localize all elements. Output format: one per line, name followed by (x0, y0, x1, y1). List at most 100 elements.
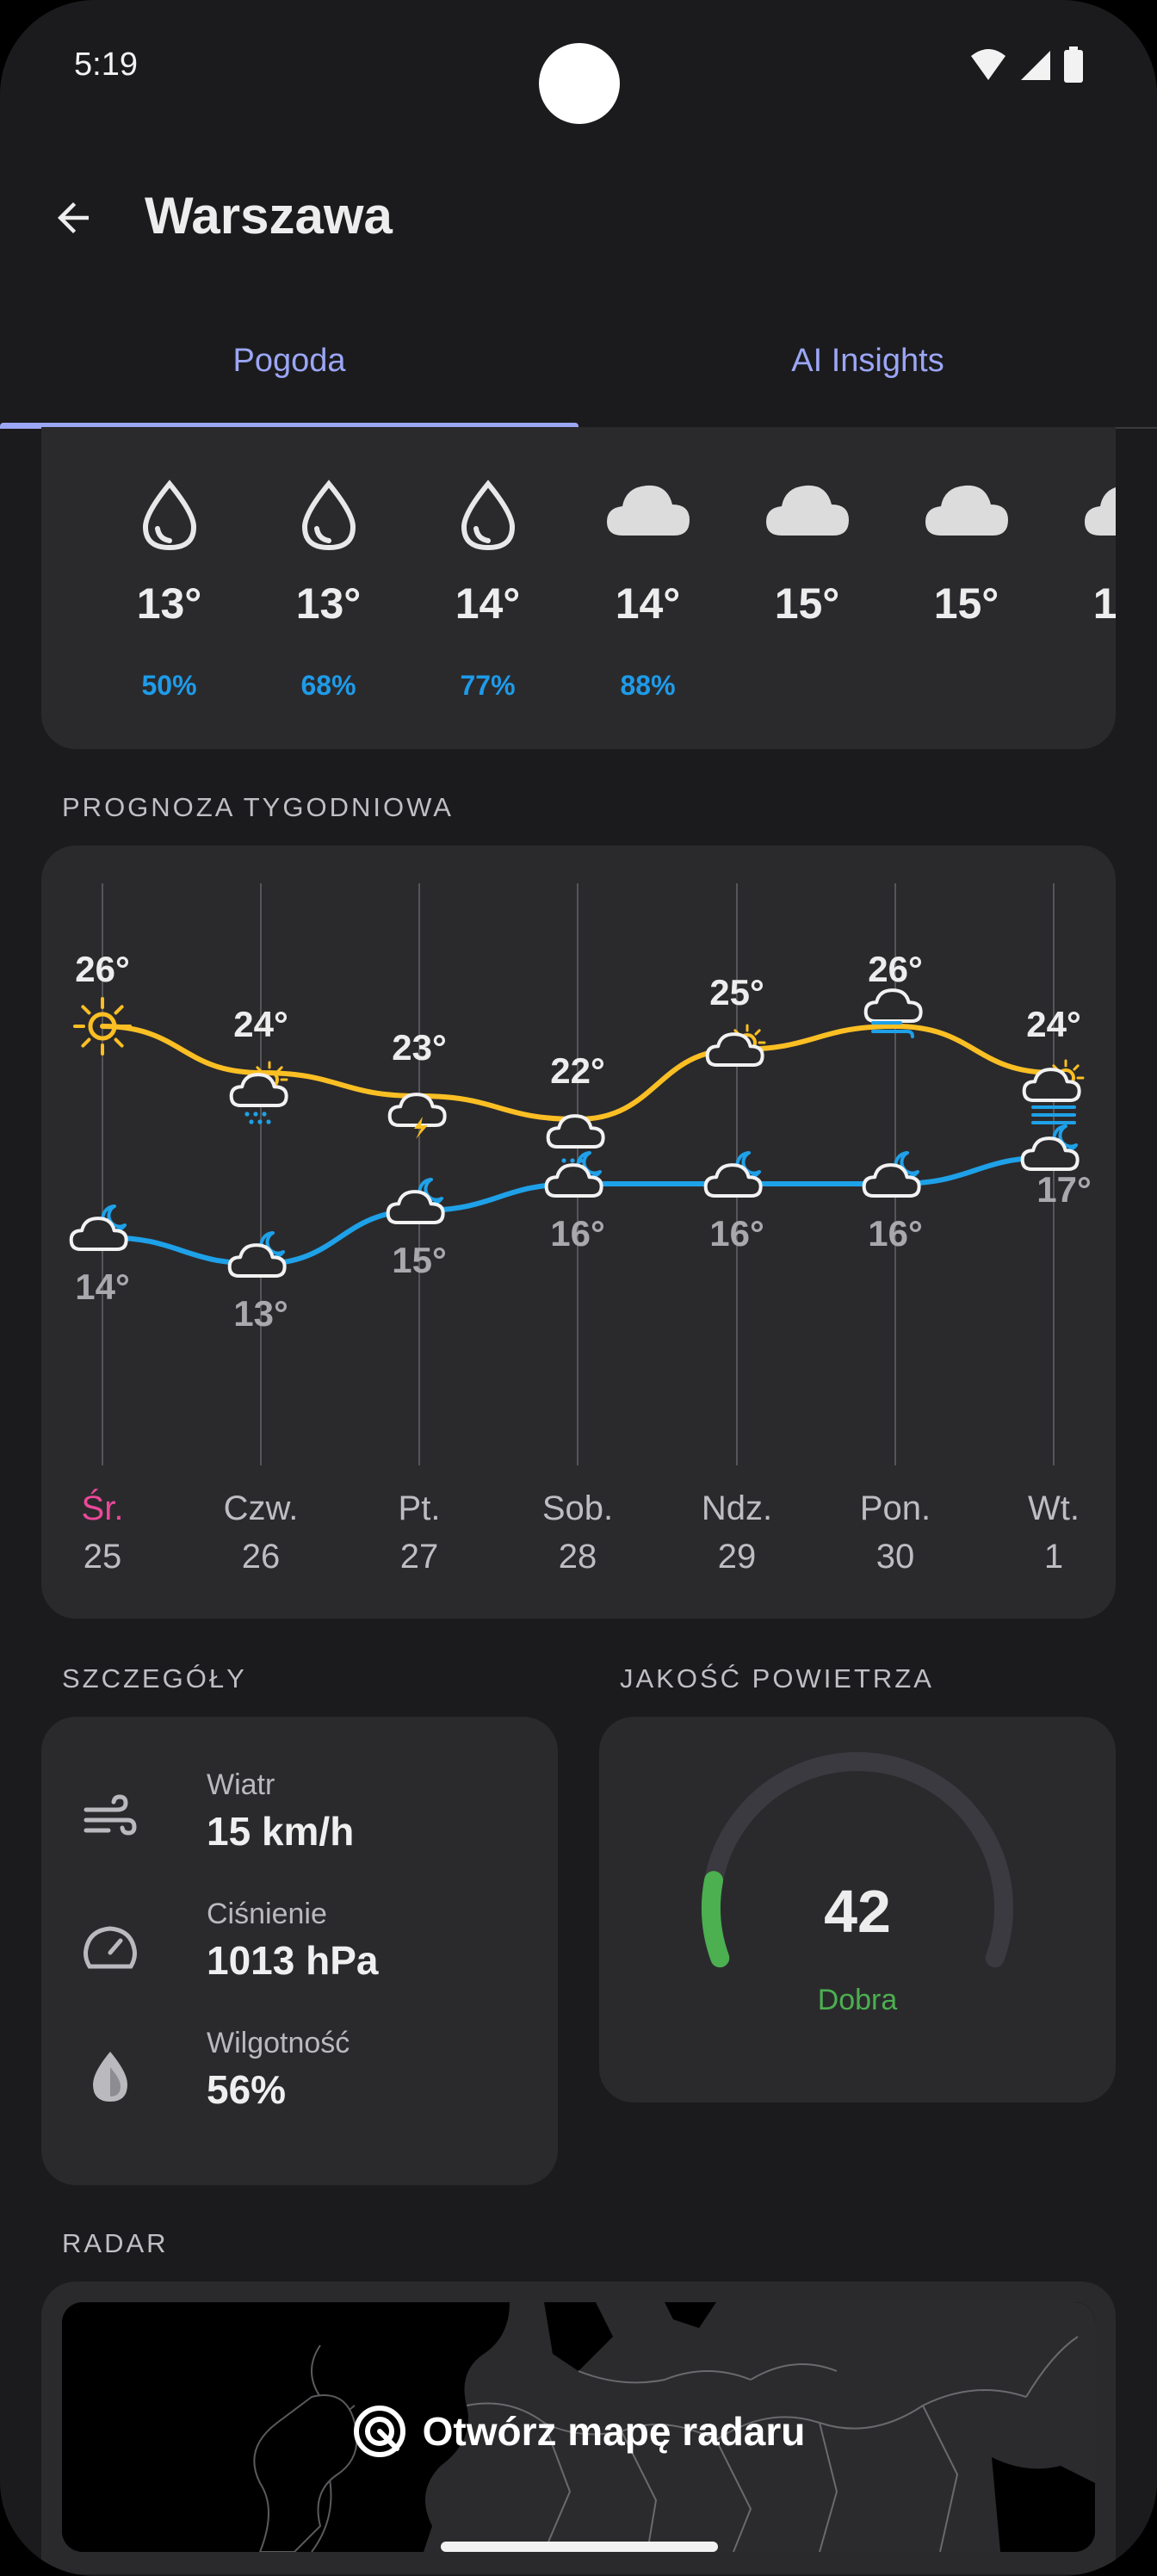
open-radar-button[interactable]: Otwórz mapę radaru (62, 2404, 1095, 2459)
cloud-icon (605, 479, 691, 543)
hourly-temp: 13° (136, 579, 202, 628)
tab-pogoda[interactable]: Pogoda (0, 343, 578, 380)
hourly-precip: 77% (460, 670, 516, 701)
weekly-forecast-label: PROGNOZA TYGODNIOWA (62, 792, 454, 822)
arrow-back-icon (58, 202, 89, 233)
weekly-forecast-card[interactable]: 26° 14° 24° 13° 23° 15° 22° 16° 25° 16° 26° 16° 24° 1… (41, 845, 1116, 1619)
day-name: Śr. (81, 1489, 124, 1527)
detail-humidity: Wilgotność 56% (79, 2022, 527, 2125)
day-number: 1 (1043, 1538, 1064, 1576)
page-title: Warszawa (145, 187, 393, 245)
hourly-item: 15° (887, 427, 1046, 749)
low-temp-label: 16° (868, 1213, 923, 1254)
signal-icon (1021, 51, 1050, 80)
sun-cloud-icon (705, 1024, 766, 1068)
details-label: SZCZEGÓŁY (62, 1663, 247, 1694)
cloud-moon-icon (862, 1151, 921, 1198)
phone-screen: 5:19 Warszawa Pogoda AI Insights 13° 50% 1… (0, 0, 1157, 2576)
air-quality-label: JAKOŚĆ POWIETRZA (620, 1663, 934, 1694)
hourly-temp: 15° (933, 579, 999, 628)
detail-label: Wilgotność (207, 2027, 350, 2059)
camera-cutout (539, 43, 665, 124)
app-bar: Warszawa (0, 164, 1157, 276)
details-card: Wiatr 15 km/h Ciśnienie 1013 hPa Wilgotn… (41, 1717, 558, 2185)
cloud-drizzle-icon (546, 1114, 605, 1171)
day-number: 25 (83, 1538, 122, 1576)
high-temp-label: 23° (392, 1027, 447, 1068)
day-number: 28 (558, 1538, 597, 1576)
cloud-icon (764, 479, 851, 543)
rain-drop-icon (139, 479, 201, 557)
low-temp-label: 13° (233, 1293, 288, 1334)
status-bar: 5:19 (0, 0, 1157, 129)
humidity-drop-icon (79, 2046, 141, 2108)
cloud-moon-icon (69, 1204, 128, 1252)
cloud-moon-icon (703, 1151, 763, 1198)
radar-icon (353, 2406, 405, 2457)
rain-drop-icon (457, 479, 519, 557)
high-temp-label: 26° (868, 949, 923, 989)
hourly-precip: 68% (300, 670, 356, 701)
hourly-temp: 16° (1092, 579, 1116, 628)
hourly-item: 13° 50% (90, 427, 249, 749)
cloud-icon (1083, 479, 1116, 543)
day-name: Ndz. (701, 1489, 773, 1527)
high-temp-label: 24° (233, 1004, 288, 1044)
day-name: Pon. (859, 1489, 931, 1527)
high-temp-label: 26° (75, 949, 130, 989)
low-temp-label: 16° (709, 1213, 764, 1254)
hourly-temp: 14° (615, 579, 681, 628)
gauge-icon (79, 1917, 141, 1978)
detail-label: Ciśnienie (207, 1898, 327, 1930)
hourly-precip: 88% (620, 670, 676, 701)
rain-drop-icon (298, 479, 360, 557)
day-name: Sob. (541, 1489, 614, 1527)
open-radar-label: Otwórz mapę radaru (422, 2409, 806, 2454)
hourly-item: 14° 88% (568, 427, 727, 749)
day-number: 26 (241, 1538, 281, 1576)
tab-bar: Pogoda AI Insights (0, 319, 1157, 429)
high-temp-label: 25° (709, 972, 764, 1012)
home-indicator (441, 2542, 718, 2552)
status-time: 5:19 (74, 46, 138, 83)
day-name: Pt. (398, 1489, 441, 1527)
back-button[interactable] (43, 188, 103, 248)
hourly-temp: 14° (455, 579, 521, 628)
air-quality-value: 42 (824, 1878, 891, 1945)
cloud-moon-icon (386, 1178, 445, 1225)
tab-ai-insights[interactable]: AI Insights (578, 343, 1157, 380)
radar-map-preview[interactable]: Otwórz mapę radaru (62, 2302, 1095, 2552)
hourly-item: 15° (727, 427, 887, 749)
day-number: 30 (875, 1538, 915, 1576)
detail-value: 56% (207, 2067, 287, 2112)
wind-icon (79, 1787, 141, 1849)
hourly-temp: 15° (774, 579, 840, 628)
detail-label: Wiatr (207, 1768, 275, 1801)
day-number: 29 (717, 1538, 757, 1576)
hourly-forecast-card[interactable]: 13° 50% 13° 68% 14° 77% 14° 88% 15° 15° 16° (41, 427, 1116, 749)
air-quality-card[interactable]: 42 Dobra (599, 1717, 1116, 2102)
battery-icon (1064, 46, 1083, 83)
detail-pressure: Ciśnienie 1013 hPa (79, 1892, 527, 1996)
detail-value: 15 km/h (207, 1809, 355, 1854)
cloud-moon-icon (1020, 1124, 1080, 1172)
detail-value: 1013 hPa (207, 1938, 379, 1983)
day-name: Wt. (1028, 1489, 1080, 1527)
hourly-temp: 13° (295, 579, 362, 628)
day-name: Czw. (223, 1489, 299, 1527)
hourly-precip: 50% (141, 670, 197, 701)
cloud-moon-icon (227, 1231, 287, 1279)
status-icons (969, 46, 1083, 83)
low-temp-label: 16° (550, 1213, 605, 1254)
cloud-thunder-icon (387, 1093, 447, 1139)
air-quality-status: Dobra (817, 1984, 898, 2016)
hourly-item: 14° 77% (408, 427, 567, 749)
low-temp-label: 14° (75, 1266, 130, 1307)
radar-card: Otwórz mapę radaru (41, 2282, 1116, 2574)
day-number: 27 (399, 1538, 439, 1576)
hourly-item: 16° (1046, 427, 1116, 749)
cloud-icon (924, 479, 1010, 543)
wifi-icon (971, 49, 1005, 80)
low-temp-label: 15° (392, 1240, 447, 1280)
detail-wind: Wiatr 15 km/h (79, 1763, 527, 1867)
